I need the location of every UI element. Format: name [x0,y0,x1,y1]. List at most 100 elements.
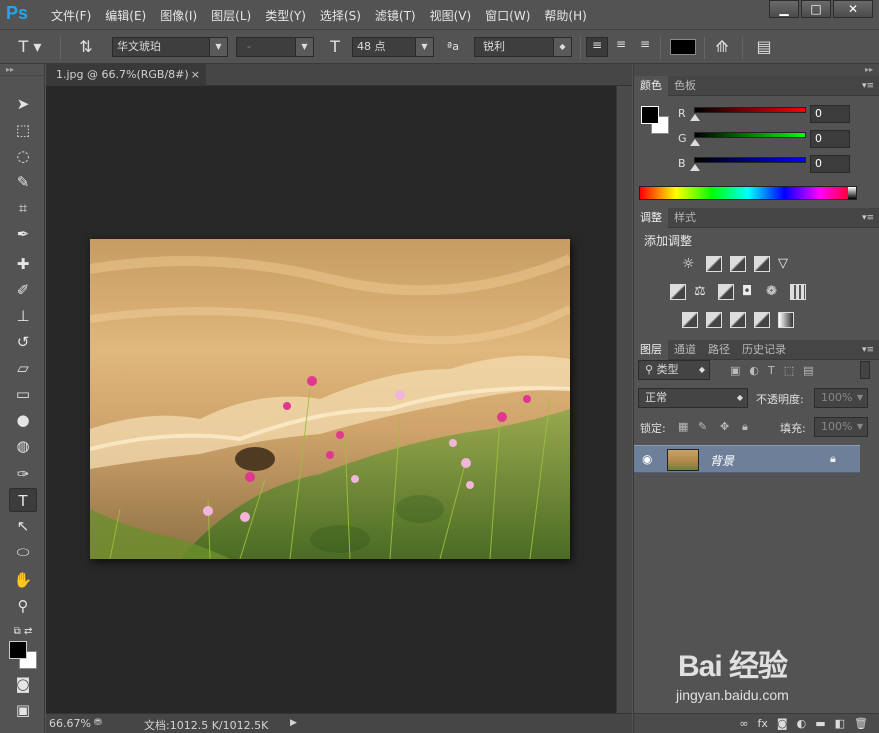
posterize-icon[interactable] [706,312,722,328]
text-tool-preset-icon[interactable]: T ▾ [10,37,50,57]
tab-color[interactable]: 颜色 [634,76,668,96]
delete-layer-icon[interactable]: 🗑︎ [854,717,868,730]
character-panel-icon[interactable]: ▤ [752,37,776,57]
tab-channels[interactable]: 通道 [668,340,702,360]
new-adjustment-layer-icon[interactable]: ◐ [797,717,807,730]
menu-help[interactable]: 帮助(H) [537,7,593,24]
close-tab-icon[interactable]: × [191,64,200,86]
pen-tool-icon[interactable]: ✑ [9,462,37,486]
align-left-icon[interactable]: ≡ [586,37,608,57]
eraser-tool-icon[interactable]: ▱ [9,356,37,380]
minimize-button[interactable]: ▁ [769,0,799,18]
panel-menu-icon[interactable]: ▾≡ [862,340,874,360]
healing-brush-tool-icon[interactable]: ✚ [9,252,37,276]
align-center-icon[interactable]: ≡ [610,37,632,57]
layer-style-icon[interactable]: fx [758,717,768,730]
gradient-map-icon[interactable] [778,312,794,328]
invert-icon[interactable] [682,312,698,328]
lock-position-icon[interactable]: ✥ [720,420,729,433]
tab-adjustments[interactable]: 调整 [634,208,668,228]
lock-all-icon[interactable]: 🔒︎ [742,420,748,434]
red-channel-slider[interactable] [694,107,806,113]
type-tool-icon[interactable]: T [9,488,37,512]
text-color-swatch[interactable] [670,39,696,55]
menu-file[interactable]: 文件(F) [44,7,98,24]
foreground-color-swatch[interactable] [9,641,27,659]
quick-mask-icon[interactable]: ◙ [9,672,37,696]
red-value-field[interactable]: 0 [810,105,850,123]
green-value-field[interactable]: 0 [810,130,850,148]
new-layer-icon[interactable]: ◧ [835,717,845,730]
color-panel-foreground-swatch[interactable] [641,106,659,124]
antialias-select[interactable]: 锐利 ◆ [474,37,572,57]
exposure-icon[interactable] [754,256,770,272]
menu-view[interactable]: 视图(V) [423,7,479,24]
selective-color-icon[interactable] [754,312,770,328]
clone-stamp-tool-icon[interactable]: ⊥ [9,304,37,328]
panel-menu-icon[interactable]: ▾≡ [862,208,874,228]
move-tool-icon[interactable]: ➤ [9,92,37,116]
path-select-tool-icon[interactable]: ↖ [9,514,37,538]
layer-filter-icons[interactable]: ▣◐T⬚▤ [730,364,823,377]
quick-select-tool-icon[interactable]: ✎ [9,170,37,194]
marquee-tool-icon[interactable]: ⬚ [9,118,37,142]
dodge-tool-icon[interactable]: ◍ [9,434,37,458]
menu-image[interactable]: 图像(I) [153,7,204,24]
menu-type[interactable]: 类型(Y) [258,7,313,24]
menu-window[interactable]: 窗口(W) [478,7,537,24]
hue-saturation-icon[interactable] [670,284,686,300]
close-button[interactable]: ✕ [833,0,873,18]
font-family-select[interactable]: 华文琥珀 ▼ [112,37,228,57]
menu-filter[interactable]: 滤镜(T) [368,7,423,24]
canvas-area[interactable] [46,86,616,713]
green-slider-handle[interactable] [690,139,700,146]
link-layers-icon[interactable]: ∞ [739,717,748,730]
red-slider-handle[interactable] [690,114,700,121]
color-lookup-icon[interactable] [790,284,806,300]
align-right-icon[interactable]: ≡ [634,37,656,57]
tab-history[interactable]: 历史记录 [736,340,792,360]
tab-layers[interactable]: 图层 [634,340,668,360]
blue-value-field[interactable]: 0 [810,155,850,173]
add-mask-icon[interactable]: ◙ [777,717,788,730]
levels-icon[interactable] [706,256,722,272]
tab-swatches[interactable]: 色板 [668,76,702,96]
warp-text-icon[interactable]: ⟰ [710,37,734,57]
fill-field[interactable]: 100% ▼ [814,417,868,437]
menu-layer[interactable]: 图层(L) [204,7,258,24]
blue-slider-handle[interactable] [690,164,700,171]
threshold-icon[interactable] [730,312,746,328]
black-white-icon[interactable] [718,284,734,300]
maximize-button[interactable]: □ [801,0,831,18]
font-style-select[interactable]: - ▼ [236,37,314,57]
color-spectrum-ramp[interactable] [639,186,857,200]
ellipse-tool-icon[interactable]: ⬭ [9,540,37,564]
lasso-tool-icon[interactable]: ◌ [9,144,37,168]
brightness-contrast-icon[interactable]: ☼ [682,256,698,272]
zoom-level[interactable]: 66.67% [49,717,91,730]
new-group-icon[interactable]: ▬ [815,717,825,730]
layer-name[interactable]: 背景 [710,452,734,469]
filter-toggle-switch[interactable] [860,361,870,379]
menu-edit[interactable]: 编辑(E) [98,7,153,24]
history-brush-tool-icon[interactable]: ↺ [9,330,37,354]
curves-icon[interactable] [730,256,746,272]
layer-row[interactable]: ◉ 背景 🔒︎ [634,445,860,473]
panel-grip[interactable]: ▸▸ [634,64,879,76]
tab-styles[interactable]: 样式 [668,208,702,228]
layer-filter-select[interactable]: ⚲ 类型 ◆ [638,360,710,380]
lock-transparent-pixels-icon[interactable]: ▦ [678,420,688,433]
eyedropper-tool-icon[interactable]: ✒ [9,222,37,246]
font-size-select[interactable]: 48 点 ▼ [352,37,434,57]
color-balance-icon[interactable]: ⚖ [694,284,710,300]
vertical-scrollbar[interactable] [616,86,632,713]
document-tab[interactable]: 1.jpg @ 66.7%(RGB/8#) × [46,64,206,86]
document-image[interactable] [90,239,570,559]
blend-mode-select[interactable]: 正常 ◆ [638,388,748,408]
channel-mixer-icon[interactable]: ❁ [766,284,782,300]
eye-visibility-icon[interactable]: ◉ [642,452,652,466]
status-menu-arrow-icon[interactable]: ▶ [290,718,297,728]
photo-filter-icon[interactable]: ◘ [742,284,758,300]
blue-channel-slider[interactable] [694,157,806,163]
panel-menu-icon[interactable]: ▾≡ [862,76,874,96]
